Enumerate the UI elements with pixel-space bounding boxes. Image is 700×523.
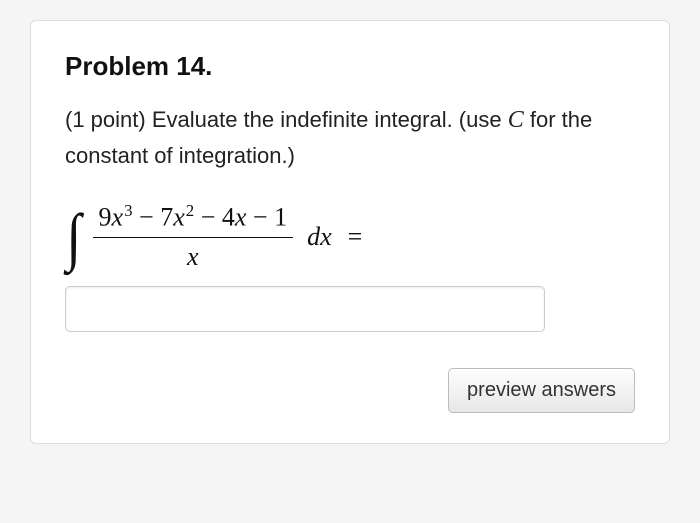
- constant-variable: C: [508, 107, 524, 133]
- answer-input[interactable]: [65, 286, 545, 332]
- fraction: 9x3 − 7x2 − 4x − 1 x: [93, 201, 294, 272]
- problem-card: Problem 14. (1 point) Evaluate the indef…: [30, 20, 670, 444]
- points-label: (1 point): [65, 107, 152, 132]
- fraction-numerator: 9x3 − 7x2 − 4x − 1: [93, 201, 294, 238]
- differential: dx: [307, 222, 332, 252]
- problem-prompt: (1 point) Evaluate the indefinite integr…: [65, 102, 635, 173]
- equals-sign: =: [348, 222, 363, 252]
- actions-row: preview answers: [65, 368, 635, 413]
- preview-answers-button[interactable]: preview answers: [448, 368, 635, 413]
- integral-icon: ∫: [66, 208, 81, 266]
- fraction-denominator: x: [187, 238, 199, 272]
- problem-title: Problem 14.: [65, 51, 635, 82]
- integral-expression: ∫ 9x3 − 7x2 − 4x − 1 x dx =: [65, 201, 635, 272]
- prompt-text-main: Evaluate the indefinite integral. (use: [152, 107, 508, 132]
